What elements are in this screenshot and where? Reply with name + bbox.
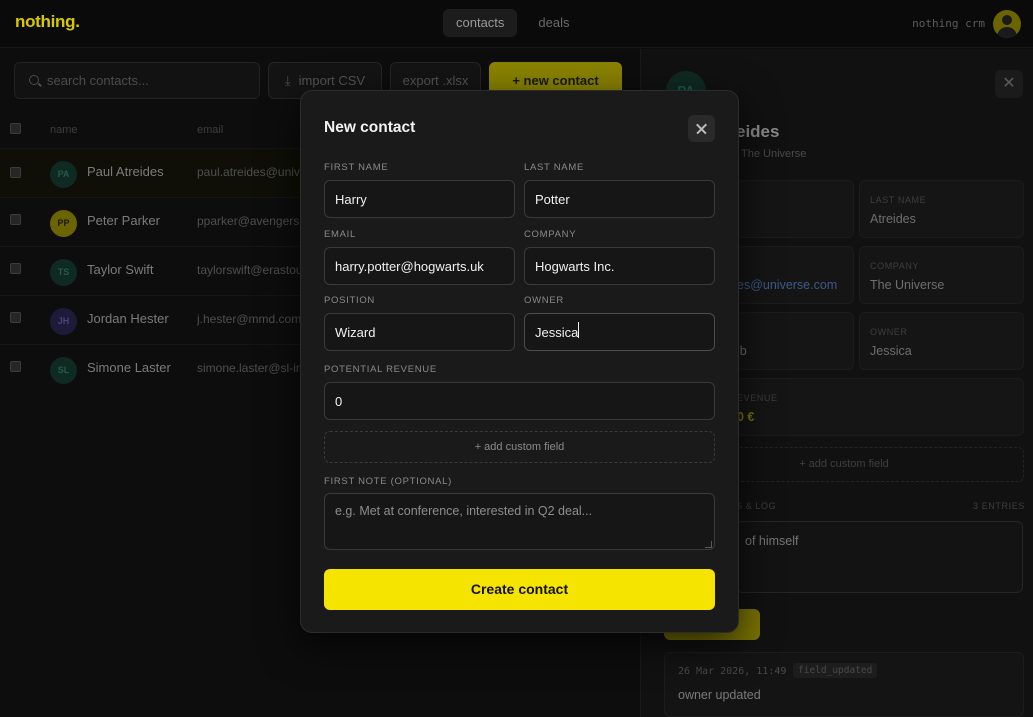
company-label: COMPANY [524,229,577,240]
create-contact-button[interactable]: Create contact [324,569,715,610]
add-custom-field-button[interactable]: + add custom field [324,431,715,463]
email-label: EMAIL [324,229,357,240]
first-name-field[interactable] [324,180,515,218]
owner-label: OWNER [524,295,564,306]
revenue-field[interactable] [324,382,715,420]
new-contact-modal: New contact FIRST NAME LAST NAME EMAIL C… [300,90,739,633]
last-name-field[interactable] [524,180,715,218]
email-field[interactable] [324,247,515,285]
first-name-label: FIRST NAME [324,162,389,173]
resize-handle-icon[interactable] [705,541,712,548]
position-field[interactable] [324,313,515,351]
revenue-label: POTENTIAL REVENUE [324,364,437,375]
last-name-label: LAST NAME [524,162,584,173]
close-icon[interactable] [688,115,715,142]
text-caret [578,322,579,338]
company-field[interactable] [524,247,715,285]
first-note-field[interactable] [324,493,715,550]
modal-title: New contact [324,119,416,136]
owner-field[interactable] [524,313,715,351]
first-note-label: FIRST NOTE (OPTIONAL) [324,476,453,487]
position-label: POSITION [324,295,375,306]
